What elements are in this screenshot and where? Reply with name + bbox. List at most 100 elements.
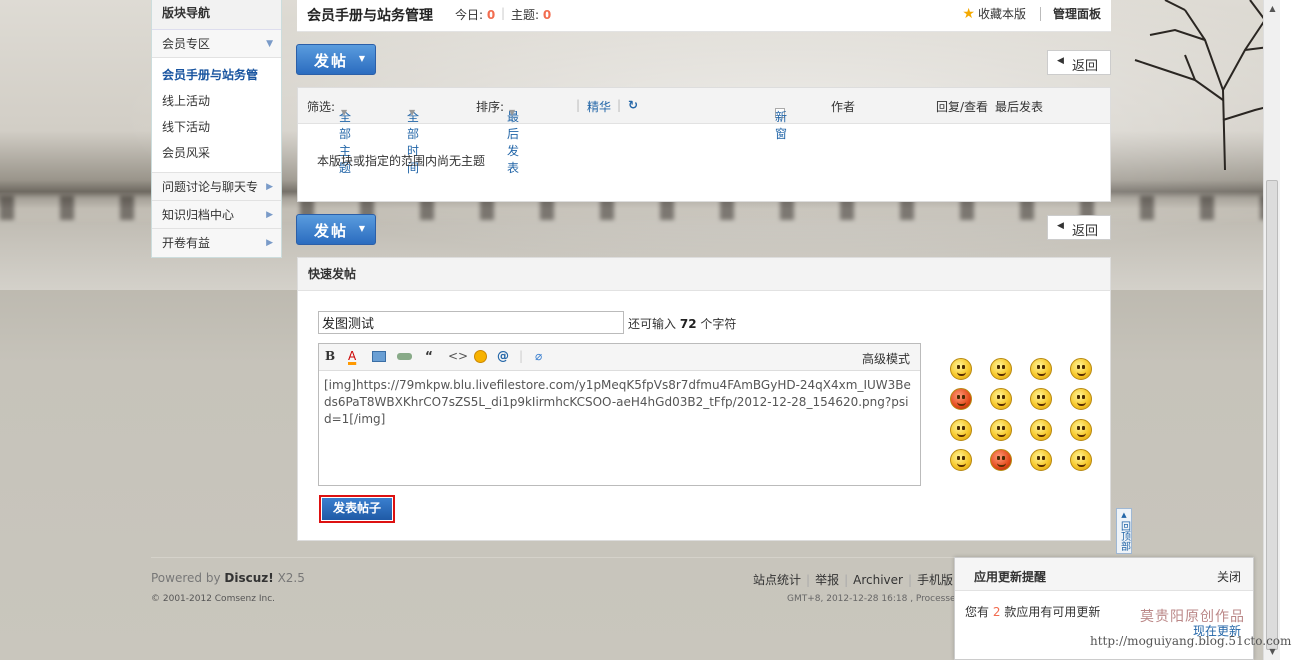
threads-label: 主题:: [511, 8, 540, 22]
sidebar-item-member-showcase[interactable]: 会员风采: [152, 140, 281, 166]
sidebar-group-label: 开卷有益: [162, 236, 211, 250]
back-to-top-label: 回顶部: [1118, 521, 1130, 551]
sidebar-group-members[interactable]: 会员专区 ▼: [152, 30, 281, 58]
mention-icon[interactable]: @: [497, 349, 509, 363]
powered-by: Powered by Discuz! X2.5: [151, 571, 305, 585]
author-column: 作者: [831, 100, 856, 114]
bold-icon[interactable]: B: [325, 349, 335, 363]
smiley-icon[interactable]: [950, 388, 972, 410]
back-button-bottom[interactable]: ◀ 返回: [1047, 215, 1111, 240]
discuz-link[interactable]: Discuz!: [224, 571, 273, 585]
smiley-icon[interactable]: [1070, 419, 1092, 441]
smiley-icon[interactable]: [1070, 388, 1092, 410]
back-arrow-icon: ◀: [1057, 221, 1064, 231]
smiley-icon[interactable]: [1070, 358, 1092, 380]
advanced-mode-link[interactable]: 高级模式: [862, 350, 910, 367]
digest-filter[interactable]: 精华: [587, 98, 611, 115]
threads-stat: 主题: 0: [511, 6, 551, 23]
smiley-icon[interactable]: [950, 419, 972, 441]
char-counter-suffix: 个字符: [700, 317, 737, 331]
notification-close-button[interactable]: 关闭: [1217, 568, 1241, 585]
font-color-icon[interactable]: A: [348, 349, 356, 363]
smiley-icon[interactable]: [1030, 419, 1052, 441]
copyright: © 2001-2012 Comsenz Inc.: [151, 594, 276, 604]
notification-body-prefix: 您有: [965, 605, 990, 619]
dropdown-arrow-icon: ▼: [409, 108, 416, 117]
notification-header: 应用更新提醒 关闭: [955, 558, 1253, 591]
image-icon[interactable]: [372, 351, 386, 362]
today-label: 今日:: [455, 8, 484, 22]
dropdown-arrow-icon: ▼: [358, 54, 365, 63]
manage-panel-link[interactable]: 管理面板: [1053, 5, 1101, 22]
smiley-icon[interactable]: [990, 449, 1012, 471]
char-counter: 还可输入 72 个字符: [628, 315, 736, 332]
notification-body: 您有 2 款应用有可用更新: [965, 603, 1100, 620]
back-to-top-button[interactable]: ▲ 回顶部: [1116, 508, 1132, 554]
smiley-icon[interactable]: [990, 358, 1012, 380]
smiley-icon[interactable]: [474, 350, 487, 363]
sidebar-item-online-events[interactable]: 线上活动: [152, 88, 281, 114]
sidebar-group-archive[interactable]: 知识归档中心 ▶: [152, 201, 281, 229]
sidebar-group-label: 问题讨论与聊天专: [162, 180, 259, 194]
back-arrow-icon: ◀: [1057, 56, 1064, 66]
notification-body-suffix: 款应用有可用更新: [1004, 605, 1101, 619]
dropdown-arrow-icon: ▼: [341, 108, 348, 117]
sidebar-item-offline-events[interactable]: 线下活动: [152, 114, 281, 140]
toolbar-divider: |: [617, 98, 622, 112]
today-stat: 今日: 0: [455, 6, 495, 23]
dropdown-arrow-icon: ▼: [358, 224, 365, 233]
footer-timestamp: GMT+8, 2012-12-28 16:18 , Processed: [787, 594, 962, 604]
new-thread-button[interactable]: 发帖 ▼: [296, 44, 376, 75]
sidebar-group-label: 会员专区: [162, 37, 211, 51]
last-post-column: 最后发表: [995, 100, 1044, 114]
smiley-icon[interactable]: [1030, 449, 1052, 471]
smiley-icon[interactable]: [1030, 388, 1052, 410]
back-button[interactable]: ◀ 返回: [1047, 50, 1111, 75]
favorite-forum-link[interactable]: ★ 收藏本版: [962, 5, 1026, 22]
code-icon[interactable]: <>: [448, 349, 468, 363]
quote-icon[interactable]: “: [425, 349, 433, 363]
sort-last-post-label: 最后发表: [507, 110, 520, 175]
forum-header: 会员手册与站务管理 今日: 0 | 主题: 0 ★ 收藏本版 管理面板: [297, 0, 1111, 32]
message-textarea[interactable]: [img]https://79mkpw.blu.livefilestore.co…: [319, 371, 920, 434]
sidebar-group-reading[interactable]: 开卷有益 ▶: [152, 229, 281, 257]
chevron-right-icon: ▶: [266, 238, 273, 248]
smiley-icon[interactable]: [950, 449, 972, 471]
submit-post-button[interactable]: 发表帖子: [319, 495, 395, 523]
message-editor: B A “ <> @ | ⌀ 高级模式 [img]https://79mkpw.…: [318, 343, 921, 486]
chevron-down-icon: ▼: [266, 39, 273, 49]
link-icon[interactable]: [397, 353, 412, 360]
footer-link-mobile[interactable]: 手机版: [917, 573, 953, 587]
forum-nav-sidebar: 版块导航 会员专区 ▼ 会员手册与站务管 线上活动 线下活动 会员风采 问题讨论…: [151, 0, 282, 258]
sidebar-group-discussion[interactable]: 问题讨论与聊天专 ▶: [152, 173, 281, 201]
footer-links: 站点统计 | 举报 | Archiver | 手机版: [753, 573, 954, 587]
char-counter-prefix: 还可输入: [628, 317, 677, 331]
subject-input[interactable]: [318, 311, 624, 334]
new-thread-label: 发帖: [314, 52, 349, 70]
footer-link-report[interactable]: 举报: [815, 573, 839, 587]
footer-link-archiver[interactable]: Archiver: [853, 573, 903, 587]
today-count: 0: [486, 8, 496, 22]
submit-post-label: 发表帖子: [322, 498, 392, 520]
notification-title: 应用更新提醒: [974, 570, 1047, 584]
smiley-icon[interactable]: [950, 358, 972, 380]
sidebar-group-label: 知识归档中心: [162, 208, 235, 222]
scroll-up-icon[interactable]: ▲: [1264, 0, 1281, 17]
chevron-right-icon: ▶: [266, 210, 273, 220]
footer-link-stats[interactable]: 站点统计: [753, 573, 801, 587]
thread-list: 筛选: 全部主题 ▼ 全部时间 ▼ 排序: 最后发表 ▼ | 精华 | ↻ 新窗 作者…: [297, 87, 1111, 202]
editor-toolbar: B A “ <> @ | ⌀ 高级模式: [319, 344, 920, 371]
sidebar-item-manual[interactable]: 会员手册与站务管: [152, 62, 281, 88]
attachment-icon[interactable]: ⌀: [535, 349, 542, 363]
smiley-icon[interactable]: [990, 419, 1012, 441]
smiley-icon[interactable]: [1070, 449, 1092, 471]
quick-post-panel: 快速发帖 还可输入 72 个字符 B A “ <> @ | ⌀ 高级模式 [im…: [297, 257, 1111, 541]
smiley-icon[interactable]: [990, 388, 1012, 410]
scrollbar-thumb[interactable]: [1266, 180, 1278, 650]
refresh-icon[interactable]: ↻: [628, 98, 638, 112]
window-edge: [1280, 0, 1305, 660]
vertical-scrollbar[interactable]: ▲ ▼: [1263, 0, 1280, 660]
smiley-icon[interactable]: [1030, 358, 1052, 380]
new-thread-button-bottom[interactable]: 发帖 ▼: [296, 214, 376, 245]
threads-count: 0: [542, 8, 552, 22]
